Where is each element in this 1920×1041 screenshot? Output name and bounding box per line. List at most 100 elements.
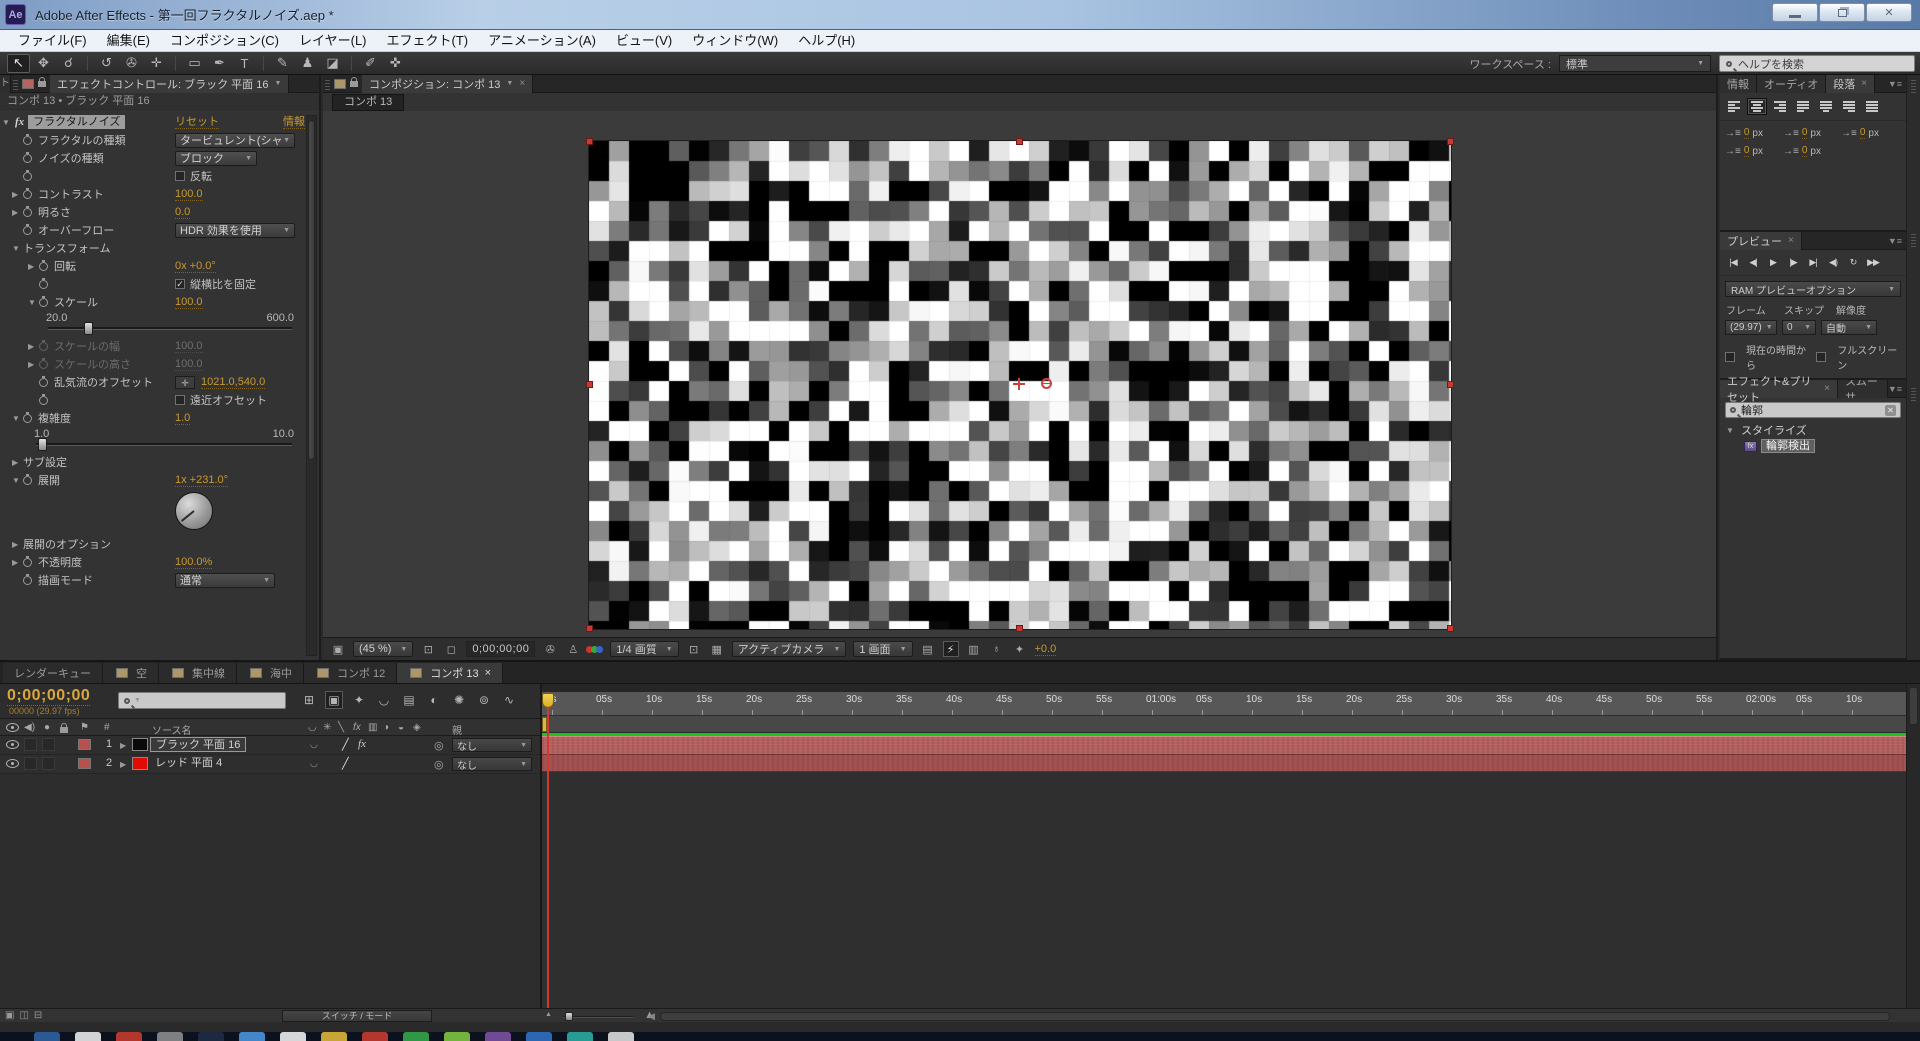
evolution-value[interactable]: 1x +231.0°: [175, 474, 229, 487]
puppet-pin-tool[interactable]: ✜: [384, 54, 407, 73]
tab-preview[interactable]: プレビュー ×: [1720, 231, 1802, 250]
timeline-button-icon[interactable]: ▥: [966, 641, 982, 657]
time-ruler[interactable]: 0s05s10s15s20s25s30s35s40s45s50s55s01:00…: [542, 692, 1906, 716]
zoom-slider-track[interactable]: [563, 1016, 633, 1018]
viewer-comp-tab[interactable]: コンポ 13: [332, 94, 405, 111]
contrast-value[interactable]: 100.0: [175, 188, 203, 201]
tab-comp-sky[interactable]: 空: [103, 663, 159, 683]
timeline-zoom-control[interactable]: ▲ ▲: [545, 1009, 655, 1023]
composition-frame[interactable]: [586, 138, 1454, 632]
perspective-checkbox[interactable]: [175, 395, 185, 405]
space-after-field[interactable]: →≡ 0 px: [1783, 142, 1841, 160]
stopwatch-icon[interactable]: [39, 295, 48, 307]
stopwatch-icon[interactable]: [39, 339, 48, 351]
menu-edit[interactable]: 編集(E): [97, 30, 160, 52]
zoom-out-mountain-icon[interactable]: ▲: [545, 1011, 552, 1018]
stopwatch-icon[interactable]: [39, 393, 48, 405]
slider-track[interactable]: [36, 443, 292, 446]
taskbar-app-icon[interactable]: [34, 1032, 60, 1041]
group-row-transform[interactable]: ▼ トランスフォーム: [0, 239, 304, 257]
taskbar-app-icon[interactable]: [567, 1032, 593, 1041]
field-value[interactable]: 0: [1743, 127, 1750, 139]
aspect-lock-checkbox[interactable]: ✓: [175, 279, 185, 289]
justify-last-center-button[interactable]: [1816, 98, 1836, 115]
category-row-stylize[interactable]: ▼ スタイライズ: [1720, 422, 1906, 438]
opacity-value[interactable]: 100.0%: [175, 556, 213, 569]
show-snapshot-icon[interactable]: ♙: [565, 641, 581, 657]
taskbar-app-icon[interactable]: [485, 1032, 511, 1041]
reset-link[interactable]: リセット: [175, 116, 219, 129]
parent-select[interactable]: なし ▼: [452, 738, 532, 753]
tab-smoother[interactable]: スムーサ: [1837, 379, 1888, 398]
region-of-interest-icon[interactable]: ⊡: [686, 641, 702, 657]
snapshot-icon[interactable]: ✇: [542, 641, 558, 657]
stopwatch-icon[interactable]: [39, 277, 48, 289]
layer-name[interactable]: レッド 平面 4: [150, 756, 227, 771]
composition-tab[interactable]: コンポジション: コンポ 13 ▼ ×: [362, 74, 534, 93]
eye-icon[interactable]: [6, 759, 19, 768]
expand-inout-columns-icon[interactable]: ⊟: [34, 1010, 42, 1021]
indent-right-field[interactable]: →≡ 0 px: [1841, 124, 1899, 142]
fractal-type-select[interactable]: タービュレント(シャ ▼: [175, 132, 295, 148]
panel-grip[interactable]: [13, 77, 18, 90]
flowchart-button-icon[interactable]: ♁: [989, 641, 1005, 657]
tab-render-queue[interactable]: レンダーキュー: [3, 663, 103, 683]
hide-shy-layers-icon[interactable]: ◡: [375, 691, 393, 709]
tab-comp-undersea[interactable]: 海中: [237, 663, 304, 683]
grid-guides-icon[interactable]: ▤: [920, 641, 936, 657]
twirl-right-icon[interactable]: ▶: [12, 208, 23, 217]
stopwatch-icon[interactable]: [23, 133, 32, 145]
stopwatch-icon[interactable]: [23, 169, 32, 181]
lock-icon[interactable]: [350, 76, 358, 87]
close-button[interactable]: ✕: [1866, 3, 1912, 22]
field-value[interactable]: 0: [1801, 145, 1808, 157]
align-center-button[interactable]: [1747, 98, 1767, 115]
composition-mini-flowchart-icon[interactable]: ⊞: [300, 691, 318, 709]
effect-control-point[interactable]: [1041, 378, 1052, 389]
layer-anchor-point[interactable]: [1013, 378, 1025, 390]
viewer-lock-icon[interactable]: ▣: [330, 641, 346, 657]
menu-help[interactable]: ヘルプ(H): [788, 30, 865, 52]
brightness-value[interactable]: 0.0: [175, 206, 191, 219]
stopwatch-icon[interactable]: [23, 573, 32, 585]
label-color-chip[interactable]: [78, 758, 91, 769]
layer-handle-top-left[interactable]: [586, 138, 593, 145]
close-icon[interactable]: ×: [1861, 78, 1867, 89]
resolution-select[interactable]: 1/4 画質 ▼: [610, 641, 679, 657]
timeline-search-input[interactable]: ▼: [118, 692, 286, 709]
timeline-vertical-scrollbar[interactable]: [1906, 684, 1920, 1008]
playhead-grabber[interactable]: [542, 693, 554, 708]
taskbar-app-icon[interactable]: [75, 1032, 101, 1041]
offset-value[interactable]: 1021.0,540.0: [201, 376, 266, 389]
effect-point-button[interactable]: ✛: [175, 375, 195, 389]
twirl-right-icon[interactable]: ▶: [28, 342, 39, 351]
pan-behind-tool[interactable]: ✛: [145, 54, 168, 73]
parent-column-header[interactable]: 親: [452, 722, 462, 737]
brainstorm-icon[interactable]: ✺: [450, 691, 468, 709]
fast-previews-icon[interactable]: ⚡: [942, 641, 959, 657]
live-update-icon[interactable]: ▣: [325, 691, 343, 709]
taskbar-app-icon[interactable]: [608, 1032, 634, 1041]
parent-pickwhip-icon[interactable]: ◎: [434, 739, 444, 752]
previous-frame-button[interactable]: ◀|: [1744, 255, 1762, 270]
selection-tool[interactable]: ↖: [7, 53, 30, 73]
playhead-line[interactable]: [547, 692, 549, 1008]
current-time-display[interactable]: 0;00;00;00: [7, 687, 91, 706]
menu-file[interactable]: ファイル(F): [8, 30, 97, 52]
twirl-right-icon[interactable]: ▶: [28, 360, 39, 369]
twirl-right-icon[interactable]: ▶: [12, 190, 23, 199]
stopwatch-icon[interactable]: [23, 223, 32, 235]
effect-controls-scrollbar[interactable]: [306, 115, 317, 656]
loop-button[interactable]: ↻: [1844, 255, 1862, 270]
twirl-right-icon[interactable]: ▶: [120, 741, 131, 750]
next-frame-button[interactable]: |▶: [1784, 255, 1802, 270]
zoom-slider-thumb[interactable]: [565, 1012, 573, 1021]
layer-handle-mid-left[interactable]: [586, 381, 593, 388]
eye-icon[interactable]: [6, 740, 19, 749]
justify-last-left-button[interactable]: [1793, 98, 1813, 115]
align-right-button[interactable]: [1770, 98, 1790, 115]
taskbar-app-icon[interactable]: [239, 1032, 265, 1041]
twirl-right-icon[interactable]: ▶: [12, 540, 23, 549]
layer-handle-bottom-left[interactable]: [586, 625, 593, 632]
taskbar-app-icon[interactable]: [198, 1032, 224, 1041]
